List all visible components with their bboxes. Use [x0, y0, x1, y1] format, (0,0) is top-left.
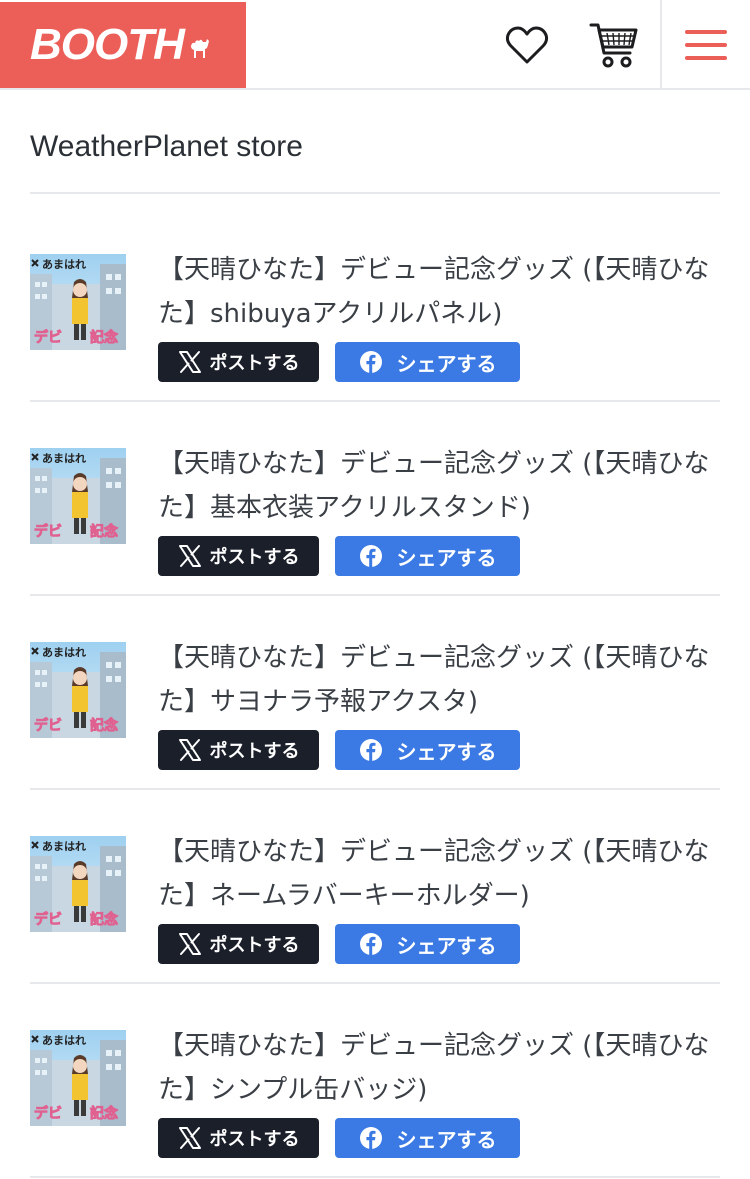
svg-text:記念: 記念	[90, 1105, 119, 1122]
svg-text:デビ: デビ	[34, 329, 62, 346]
svg-text:記念: 記念	[90, 329, 119, 346]
share-button-label: シェアする	[396, 351, 497, 376]
item-thumbnail[interactable]: あまはれ デビ 記念	[30, 1030, 126, 1126]
share-button-label: シェアする	[396, 1127, 497, 1152]
title-divider	[30, 192, 720, 194]
svg-text:記念: 記念	[90, 523, 119, 540]
svg-text:記念: 記念	[90, 911, 119, 928]
list-item: あまはれ デビ 記念 【天晴ひなた】デビュー記念グッズ (【天晴ひなた】ネームラ…	[30, 790, 720, 984]
favorites-button[interactable]	[500, 18, 554, 72]
post-button-label: ポストする	[209, 1129, 300, 1150]
list-item: あまはれ デビ 記念 【天晴ひなた】デビュー記念グッズ (【天晴ひなた】shib…	[30, 208, 720, 402]
post-to-x-button[interactable]: ポストする	[158, 1118, 319, 1158]
x-logo-icon	[178, 1127, 201, 1149]
site-header: BOOTH	[0, 0, 750, 90]
x-logo-icon	[178, 739, 201, 761]
svg-text:あまはれ: あまはれ	[42, 452, 86, 465]
facebook-icon	[359, 1127, 382, 1149]
share-button-label: シェアする	[396, 933, 497, 958]
svg-text:デビ: デビ	[34, 1105, 62, 1122]
facebook-icon	[359, 351, 382, 373]
post-button-label: ポストする	[209, 935, 300, 956]
post-button-label: ポストする	[209, 547, 300, 568]
cart-button[interactable]	[587, 18, 641, 72]
share-facebook-button[interactable]: シェアする	[335, 536, 520, 576]
menu-button[interactable]	[662, 0, 750, 90]
svg-text:記念: 記念	[90, 717, 119, 734]
post-button-label: ポストする	[209, 353, 300, 374]
item-title[interactable]: 【天晴ひなた】デビュー記念グッズ (【天晴ひなた】ネームラバーキーホルダー)	[158, 830, 718, 918]
hamburger-menu-icon	[685, 30, 727, 60]
facebook-icon	[359, 933, 382, 955]
x-logo-icon	[178, 933, 201, 955]
svg-text:あまはれ: あまはれ	[42, 258, 86, 271]
post-to-x-button[interactable]: ポストする	[158, 536, 319, 576]
svg-text:デビ: デビ	[34, 717, 62, 734]
cart-icon	[589, 23, 638, 68]
x-logo-icon	[178, 351, 201, 373]
facebook-icon	[359, 545, 382, 567]
booth-logo[interactable]: BOOTH	[0, 2, 246, 88]
facebook-icon	[359, 739, 382, 761]
item-thumbnail[interactable]: あまはれ デビ 記念	[30, 836, 126, 932]
item-thumbnail[interactable]: あまはれ デビ 記念	[30, 254, 126, 350]
svg-text:デビ: デビ	[34, 911, 62, 928]
post-to-x-button[interactable]: ポストする	[158, 730, 319, 770]
logo-text: BOOTH	[30, 20, 185, 69]
post-to-x-button[interactable]: ポストする	[158, 342, 319, 382]
camel-icon	[190, 39, 209, 58]
heart-icon	[505, 26, 549, 64]
share-facebook-button[interactable]: シェアする	[335, 730, 520, 770]
share-facebook-button[interactable]: シェアする	[335, 924, 520, 964]
item-thumbnail[interactable]: あまはれ デビ 記念	[30, 448, 126, 544]
item-title[interactable]: 【天晴ひなた】デビュー記念グッズ (【天晴ひなた】基本衣装アクリルスタンド)	[158, 442, 718, 530]
svg-text:あまはれ: あまはれ	[42, 1034, 86, 1047]
share-button-label: シェアする	[396, 739, 497, 764]
svg-text:あまはれ: あまはれ	[42, 646, 86, 659]
store-title[interactable]: WeatherPlanet store	[30, 130, 303, 164]
item-thumbnail[interactable]: あまはれ デビ 記念	[30, 642, 126, 738]
item-title[interactable]: 【天晴ひなた】デビュー記念グッズ (【天晴ひなた】サヨナラ予報アクスタ)	[158, 636, 718, 724]
list-item: あまはれ デビ 記念 【天晴ひなた】デビュー記念グッズ (【天晴ひなた】シンプル…	[30, 984, 720, 1178]
item-title[interactable]: 【天晴ひなた】デビュー記念グッズ (【天晴ひなた】シンプル缶バッジ)	[158, 1024, 718, 1112]
list-item: あまはれ デビ 記念 【天晴ひなた】デビュー記念グッズ (【天晴ひなた】基本衣装…	[30, 402, 720, 596]
x-logo-icon	[178, 545, 201, 567]
post-to-x-button[interactable]: ポストする	[158, 924, 319, 964]
item-title[interactable]: 【天晴ひなた】デビュー記念グッズ (【天晴ひなた】shibuyaアクリルパネル)	[158, 248, 718, 336]
list-item: あまはれ デビ 記念 【天晴ひなた】デビュー記念グッズ (【天晴ひなた】サヨナラ…	[30, 596, 720, 790]
svg-text:デビ: デビ	[34, 523, 62, 540]
share-button-label: シェアする	[396, 545, 497, 570]
svg-text:あまはれ: あまはれ	[42, 840, 86, 853]
post-button-label: ポストする	[209, 741, 300, 762]
share-facebook-button[interactable]: シェアする	[335, 1118, 520, 1158]
share-facebook-button[interactable]: シェアする	[335, 342, 520, 382]
